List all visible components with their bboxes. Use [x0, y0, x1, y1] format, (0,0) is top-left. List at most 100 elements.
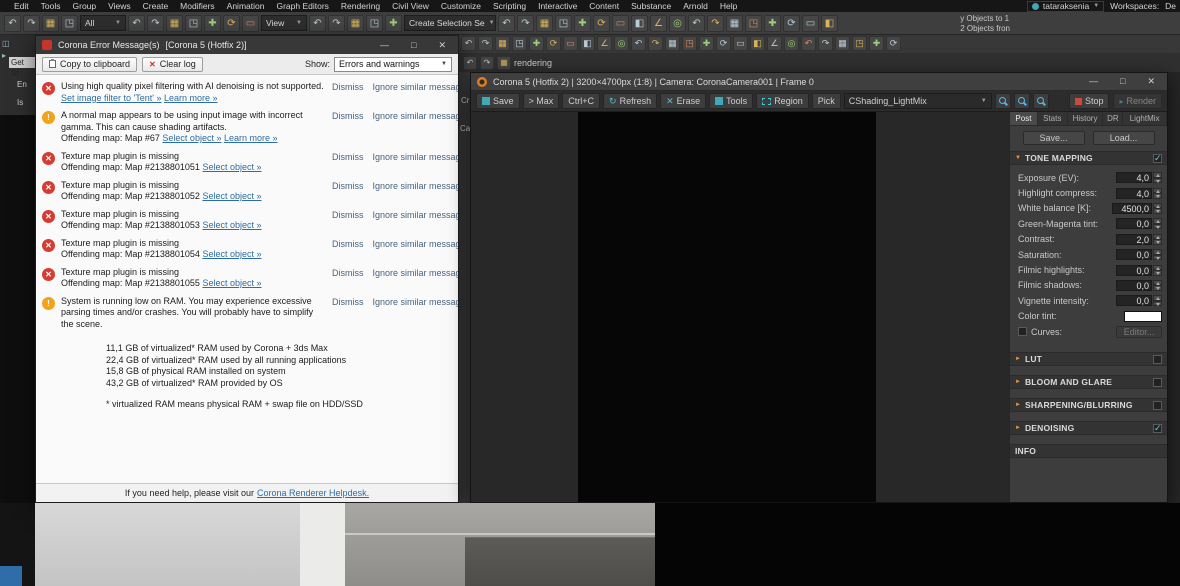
maximize-button[interactable]: □: [411, 40, 416, 51]
ignore-similar-link[interactable]: Ignore similar messages: [373, 82, 459, 104]
collapse-arrow-icon[interactable]: [1015, 425, 1021, 431]
toolbar-icon[interactable]: [745, 14, 762, 32]
error-dialog-titlebar[interactable]: Corona Error Message(s) [Corona 5 (Hotfi…: [36, 36, 458, 54]
contrast-spinner[interactable]: 2,0: [1116, 233, 1162, 245]
toolbar-icon[interactable]: [821, 14, 838, 32]
toolbar-icon[interactable]: [147, 14, 164, 32]
toolbar-icon[interactable]: [42, 14, 59, 32]
toolbar-icon[interactable]: [869, 36, 884, 51]
section-tone-mapping[interactable]: TONE MAPPING: [1010, 151, 1167, 165]
toolbar-icon[interactable]: [461, 36, 476, 51]
select-object-link[interactable]: Select object »: [202, 191, 261, 201]
toolbar-icon[interactable]: [529, 36, 544, 51]
toolbar-icon[interactable]: [347, 14, 364, 32]
toolbar-icon[interactable]: [699, 36, 714, 51]
toolbar-icon[interactable]: [750, 36, 765, 51]
menu-views[interactable]: Views: [108, 1, 131, 11]
zoom-out-button[interactable]: [1013, 93, 1030, 109]
tab-lightmix[interactable]: LightMix: [1123, 112, 1167, 125]
maximize-button[interactable]: □: [1120, 76, 1125, 87]
render-button[interactable]: ▸ Render: [1113, 93, 1162, 109]
collapse-arrow-icon[interactable]: [1015, 379, 1021, 385]
menu-substance[interactable]: Substance: [631, 1, 671, 11]
select-object-link[interactable]: Select object »: [202, 162, 261, 172]
section-denoising[interactable]: DENOISING: [1010, 421, 1167, 436]
tab-post[interactable]: Post: [1010, 112, 1038, 125]
tab-dr[interactable]: DR: [1103, 112, 1124, 125]
exposure-spinner[interactable]: 4,0: [1116, 172, 1162, 184]
toolbar-icon[interactable]: [767, 36, 782, 51]
learn-more-link[interactable]: Learn more »: [224, 133, 278, 143]
minimize-button[interactable]: —: [1089, 76, 1098, 87]
select-object-link[interactable]: Select object »: [202, 249, 261, 259]
zoom-in-button[interactable]: [994, 93, 1011, 109]
ignore-similar-link[interactable]: Ignore similar messages: [373, 111, 459, 145]
vignette-spinner[interactable]: 0,0: [1116, 295, 1162, 307]
named-selection-dropdown[interactable]: Create Selection Se ▼: [404, 15, 496, 31]
copy-shortcut-button[interactable]: Ctrl+C: [562, 93, 601, 109]
spin-down-icon[interactable]: [1153, 223, 1162, 230]
close-button[interactable]: ✕: [1147, 76, 1155, 87]
dismiss-link[interactable]: Dismiss: [332, 297, 364, 331]
toolbar-icon[interactable]: [23, 14, 40, 32]
spin-down-icon[interactable]: [1153, 177, 1162, 184]
toolbar-icon[interactable]: [4, 14, 21, 32]
menu-customize[interactable]: Customize: [441, 1, 481, 11]
bloom-glare-checkbox[interactable]: [1153, 377, 1162, 387]
select-object-link[interactable]: Select object »: [202, 278, 261, 288]
filmic-highlights-spinner[interactable]: 0,0: [1116, 264, 1162, 276]
toolbar-icon[interactable]: [61, 14, 78, 32]
refresh-button[interactable]: ↻ Refresh: [603, 93, 658, 109]
ignore-similar-link[interactable]: Ignore similar messages: [373, 239, 459, 261]
spin-down-icon[interactable]: [1153, 239, 1162, 245]
select-object-link[interactable]: Select object »: [202, 220, 261, 230]
select-object-link[interactable]: Select object »: [162, 133, 221, 143]
toolbar-icon[interactable]: [166, 14, 183, 32]
toolbar-icon[interactable]: [665, 36, 680, 51]
rendered-image[interactable]: [578, 112, 876, 502]
toolbar-icon[interactable]: [597, 36, 612, 51]
minimize-button[interactable]: —: [380, 40, 389, 51]
render-element-dropdown[interactable]: CShading_LightMix ▼: [843, 93, 992, 109]
section-sharpening-blurring[interactable]: SHARPENING/BLURRING: [1010, 398, 1167, 413]
ignore-similar-link[interactable]: Ignore similar messages: [373, 297, 459, 331]
collapse-arrow-icon[interactable]: [1015, 155, 1021, 161]
section-lut[interactable]: LUT: [1010, 352, 1167, 367]
dismiss-link[interactable]: Dismiss: [332, 239, 364, 261]
curves-checkbox[interactable]: [1018, 327, 1027, 337]
toolbar-icon[interactable]: [497, 55, 511, 70]
close-button[interactable]: ✕: [438, 40, 446, 51]
toolbar-icon[interactable]: [669, 14, 686, 32]
toolbar-icon[interactable]: [512, 36, 527, 51]
dismiss-link[interactable]: Dismiss: [332, 82, 364, 104]
region-button[interactable]: Region: [756, 93, 809, 109]
toolbar-icon[interactable]: [517, 14, 534, 32]
menu-graph-editors[interactable]: Graph Editors: [276, 1, 328, 11]
toolbar-icon[interactable]: [563, 36, 578, 51]
ignore-similar-link[interactable]: Ignore similar messages: [373, 152, 459, 174]
toolbar-icon[interactable]: [835, 36, 850, 51]
collapse-arrow-icon[interactable]: [1015, 402, 1021, 408]
toolbar-icon[interactable]: [707, 14, 724, 32]
toolbar-icon[interactable]: [716, 36, 731, 51]
menu-civil-view[interactable]: Civil View: [392, 1, 429, 11]
green-magenta-spinner[interactable]: 0,0: [1116, 218, 1162, 230]
white-balance-spinner[interactable]: 4500,0: [1112, 202, 1162, 214]
dismiss-link[interactable]: Dismiss: [332, 268, 364, 290]
menu-rendering[interactable]: Rendering: [341, 1, 380, 11]
toolbar-icon[interactable]: [546, 36, 561, 51]
tab-stats[interactable]: Stats: [1038, 112, 1068, 125]
toolbar-icon[interactable]: [801, 36, 816, 51]
toolbar-icon[interactable]: [886, 36, 901, 51]
toolbar-icon[interactable]: [802, 14, 819, 32]
menu-create[interactable]: Create: [143, 1, 169, 11]
menu-interactive[interactable]: Interactive: [538, 1, 577, 11]
curves-editor-button[interactable]: Editor...: [1116, 325, 1162, 338]
toolbar-icon[interactable]: [688, 14, 705, 32]
toolbar-icon[interactable]: [385, 14, 402, 32]
menu-group[interactable]: Group: [73, 1, 97, 11]
toolbar-icon[interactable]: [328, 14, 345, 32]
toolbar-icon[interactable]: [495, 36, 510, 51]
get-started-tab[interactable]: Get St: [9, 57, 35, 78]
spin-down-icon[interactable]: [1153, 254, 1162, 261]
